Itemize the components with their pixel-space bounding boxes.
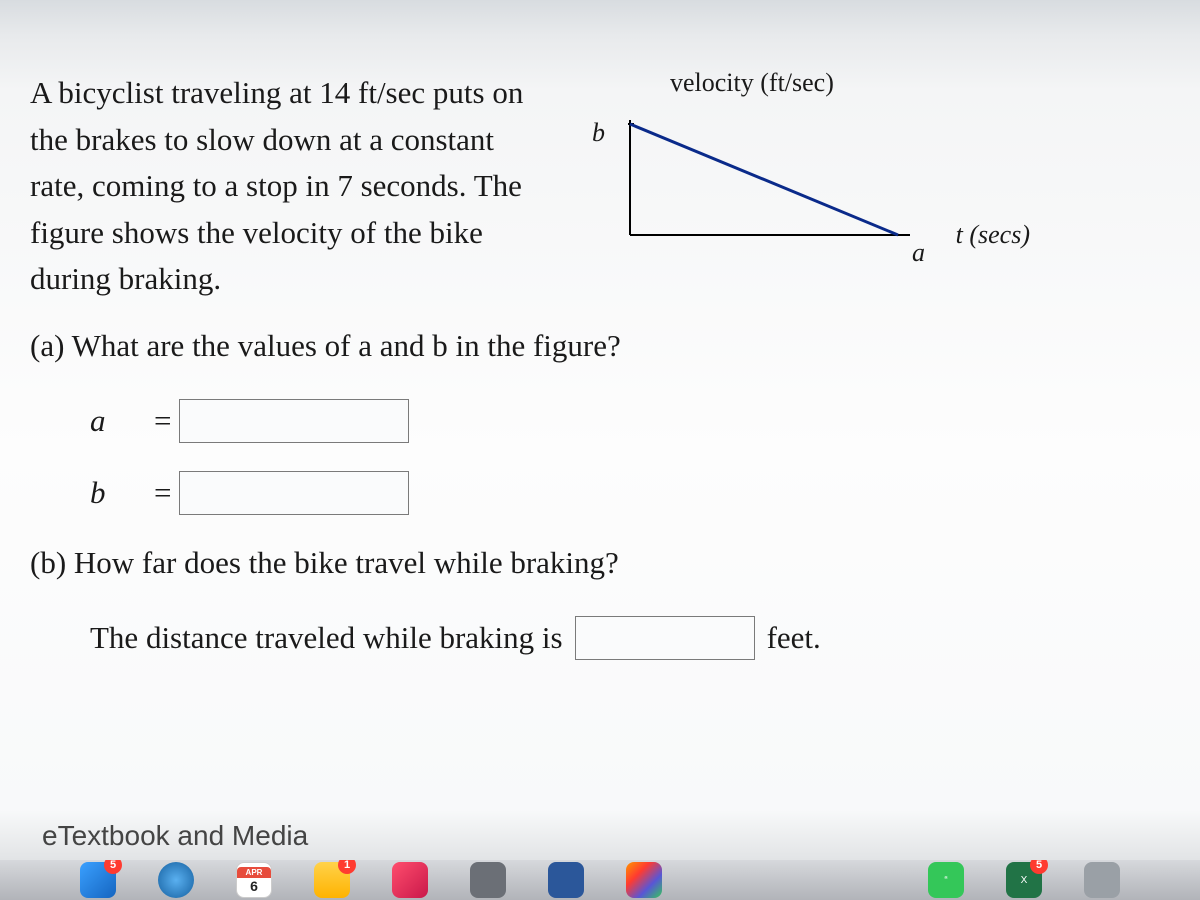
answer-inputs-block: a = b = (90, 399, 1170, 515)
finder-icon[interactable]: 5 (80, 862, 116, 898)
velocity-chart: velocity (ft/sec) b a t (secs) (580, 80, 960, 260)
problem-statement: A bicyclist traveling at 14 ft/sec puts … (30, 70, 550, 303)
music-icon[interactable] (392, 862, 428, 898)
chart-y-axis-title: velocity (ft/sec) (670, 68, 834, 98)
label-b: b (90, 475, 150, 511)
input-row-a: a = (90, 399, 1170, 443)
notes-badge: 1 (338, 860, 356, 874)
input-b[interactable] (179, 471, 409, 515)
input-a[interactable] (179, 399, 409, 443)
label-a: a (90, 403, 150, 439)
distance-prompt: The distance traveled while braking is (90, 620, 563, 656)
problem-top-row: A bicyclist traveling at 14 ft/sec puts … (30, 70, 1170, 303)
messages-glyph: “ (944, 875, 947, 886)
question-b-text: (b) How far does the bike travel while b… (30, 545, 1170, 581)
velocity-line-svg (620, 110, 920, 250)
calendar-day: 6 (250, 878, 258, 894)
notes-icon[interactable]: 1 (314, 862, 350, 898)
distance-unit: feet. (767, 620, 821, 656)
input-distance[interactable] (575, 616, 755, 660)
macos-dock: 5 APR 6 1 “ X 5 (0, 860, 1200, 900)
equals-b: = (154, 475, 171, 511)
question-page: A bicyclist traveling at 14 ft/sec puts … (0, 0, 1200, 900)
calendar-icon[interactable]: APR 6 (236, 862, 272, 898)
etextbook-link[interactable]: eTextbook and Media (42, 820, 308, 852)
chart-x-axis-title: t (secs) (956, 220, 1030, 250)
trash-icon[interactable] (1084, 862, 1120, 898)
equals-a: = (154, 403, 171, 439)
distance-answer-row: The distance traveled while braking is f… (90, 616, 1170, 660)
chart-b-label: b (592, 118, 605, 148)
finder-badge: 5 (104, 860, 122, 874)
calendar-month: APR (237, 867, 271, 878)
photos-icon[interactable] (626, 862, 662, 898)
question-a-text: (a) What are the values of a and b in th… (30, 328, 1170, 364)
excel-badge: 5 (1030, 860, 1048, 874)
settings-icon[interactable] (470, 862, 506, 898)
messages-icon[interactable]: “ (928, 862, 964, 898)
chart-a-label: a (912, 238, 925, 268)
word-icon[interactable] (548, 862, 584, 898)
input-row-b: b = (90, 471, 1170, 515)
excel-icon[interactable]: X 5 (1006, 862, 1042, 898)
globe-icon[interactable] (158, 862, 194, 898)
excel-label: X (1021, 875, 1028, 886)
